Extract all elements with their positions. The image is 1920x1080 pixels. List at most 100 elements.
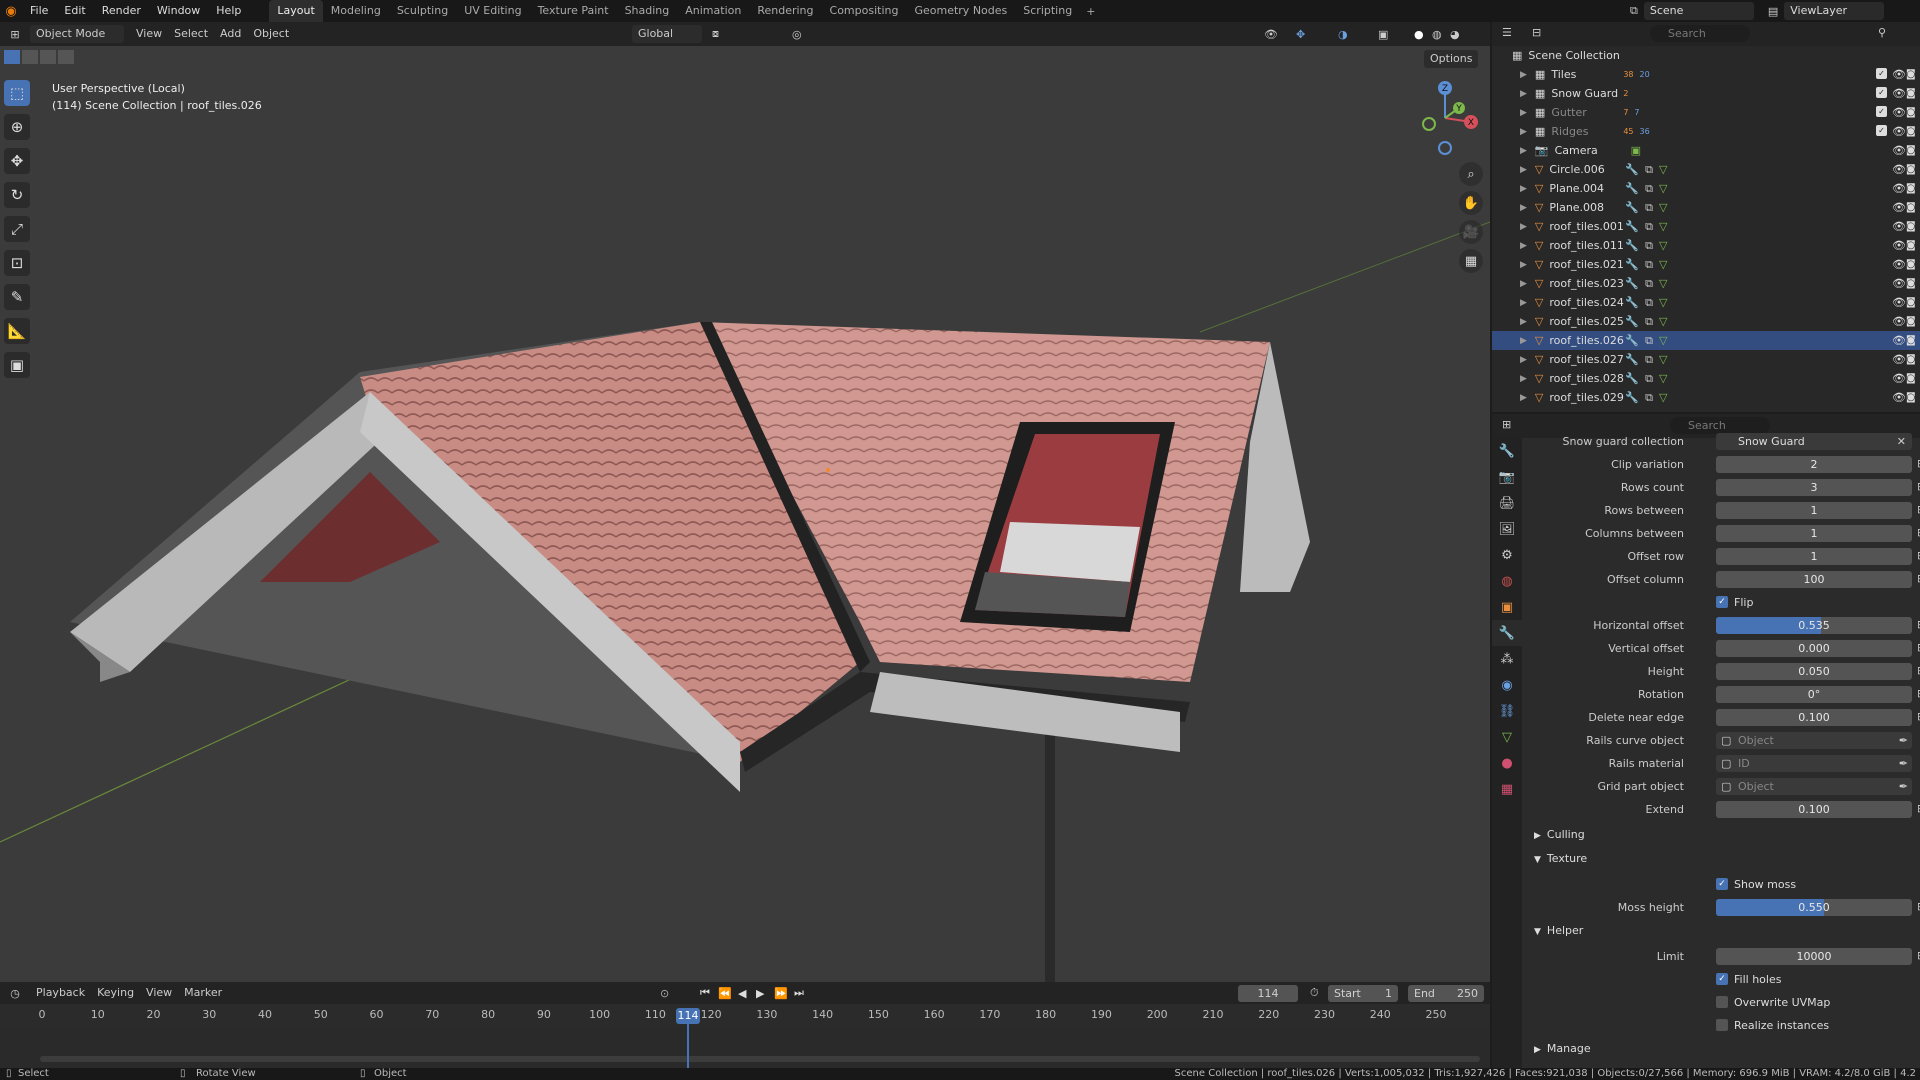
prop-clip-variation-field[interactable]: 2: [1716, 456, 1912, 473]
prev-keyframe-icon[interactable]: ⏪: [718, 987, 732, 1000]
shading-material-icon[interactable]: ◍: [1432, 28, 1442, 41]
exclude-checkbox[interactable]: ✓: [1876, 125, 1887, 136]
expand-arrow-icon[interactable]: ▶: [1520, 165, 1527, 175]
play-reverse-icon[interactable]: ◀: [738, 987, 746, 1000]
expand-arrow-icon[interactable]: ▶: [1520, 336, 1527, 346]
clear-x-icon[interactable]: ✕: [1897, 433, 1906, 450]
tab-sculpting[interactable]: Sculpting: [389, 0, 456, 22]
prop-moss-height-field[interactable]: 0.550: [1716, 899, 1912, 916]
visibility-eye-icon[interactable]: 👁: [1892, 372, 1906, 385]
menu-render[interactable]: Render: [94, 0, 149, 22]
eyedropper-icon[interactable]: ✒: [1899, 778, 1908, 795]
outliner-row[interactable]: ▶ ▽ roof_tiles.024 🔧 ⧉ ▽ 👁 ◙: [1492, 293, 1920, 312]
jump-end-icon[interactable]: ⏭: [794, 986, 804, 1000]
prop-rows-between-field[interactable]: 1: [1716, 502, 1912, 519]
tab-modeling[interactable]: Modeling: [323, 0, 389, 22]
outliner-row[interactable]: ▶ 📷 Camera ▣ 👁 ◙: [1492, 141, 1920, 160]
select-subtract-icon[interactable]: [40, 50, 56, 64]
render-camera-icon[interactable]: ◙: [1906, 316, 1916, 327]
visibility-eye-icon[interactable]: 👁: [1892, 353, 1906, 366]
visibility-eye-icon[interactable]: 👁: [1892, 125, 1906, 138]
gizmo-toggle-icon[interactable]: ✥: [1296, 28, 1305, 41]
menu-window[interactable]: Window: [149, 0, 208, 22]
tab-shading[interactable]: Shading: [617, 0, 678, 22]
timeline-track[interactable]: [0, 1026, 1490, 1068]
add-workspace-button[interactable]: +: [1080, 5, 1101, 18]
tab-rendering[interactable]: Rendering: [749, 0, 821, 22]
show-moss[interactable]: ✓ Show moss: [1524, 875, 1920, 894]
tab-scripting[interactable]: Scripting: [1015, 0, 1080, 22]
playhead[interactable]: 114: [676, 1008, 700, 1024]
visibility-eye-icon[interactable]: 👁: [1892, 182, 1906, 195]
render-camera-icon[interactable]: ◙: [1906, 145, 1916, 156]
prop-extend-field[interactable]: 0.100: [1716, 801, 1912, 818]
visibility-eye-icon[interactable]: 👁: [1892, 106, 1906, 119]
timeline-menu-marker[interactable]: Marker: [178, 984, 228, 1002]
scene-selector[interactable]: Scene: [1643, 2, 1754, 20]
visibility-eye-icon[interactable]: 👁: [1892, 391, 1906, 404]
options-button[interactable]: Options: [1424, 50, 1479, 68]
tab-layout[interactable]: Layout: [269, 0, 323, 22]
prop-rotation-field[interactable]: 0°: [1716, 686, 1912, 703]
menu-edit[interactable]: Edit: [56, 0, 93, 22]
fill-holes-checkbox[interactable]: ✓: [1716, 973, 1728, 985]
view-layer-icon[interactable]: ▤: [1768, 5, 1778, 18]
visibility-eye-icon[interactable]: 👁: [1892, 334, 1906, 347]
outliner-row[interactable]: ▶ ▽ roof_tiles.027 🔧 ⧉ ▽ 👁 ◙: [1492, 350, 1920, 369]
expand-arrow-icon[interactable]: ▶: [1520, 89, 1527, 99]
expand-arrow-icon[interactable]: ▶: [1520, 298, 1527, 308]
viewport-menu-view[interactable]: View: [130, 25, 168, 43]
manage-panel[interactable]: ▶ Manage: [1534, 1039, 1591, 1059]
blender-logo-icon[interactable]: ◉: [0, 4, 22, 19]
start-frame-field[interactable]: Start 1: [1328, 984, 1398, 1002]
expand-arrow-icon[interactable]: ▶: [1520, 241, 1527, 251]
render-camera-icon[interactable]: ◙: [1906, 164, 1916, 175]
expand-arrow-icon[interactable]: ▶: [1520, 279, 1527, 289]
eyedropper-icon[interactable]: ✒: [1899, 732, 1908, 749]
rails-material-field[interactable]: ▢ ID ✒: [1716, 755, 1912, 772]
outliner-editor-icon[interactable]: ☰: [1502, 26, 1512, 39]
outliner-row[interactable]: ▶ ▦ Snow Guard 2 ✓ 👁 ◙: [1492, 84, 1920, 103]
render-camera-icon[interactable]: ◙: [1906, 259, 1916, 270]
render-camera-icon[interactable]: ◙: [1906, 88, 1916, 99]
render-camera-icon[interactable]: ◙: [1906, 183, 1916, 194]
outliner-row[interactable]: ▶ ▽ roof_tiles.029 🔧 ⧉ ▽ 👁 ◙: [1492, 388, 1920, 407]
filter-icon[interactable]: ⚲: [1878, 26, 1886, 39]
viewport-menu-select[interactable]: Select: [168, 25, 214, 43]
scene-collection-row[interactable]: ▦ Scene Collection: [1492, 46, 1920, 65]
outliner-row[interactable]: ▶ ▦ Gutter 7 7 ✓ 👁 ◙: [1492, 103, 1920, 122]
visibility-eye-icon[interactable]: 👁: [1892, 87, 1906, 100]
visibility-eye-icon[interactable]: 👁: [1892, 68, 1906, 81]
timeline-scrollbar[interactable]: [40, 1056, 1480, 1062]
cursor-tool-icon[interactable]: ⊕: [4, 114, 30, 140]
stopwatch-icon[interactable]: ⏱: [1310, 986, 1319, 1000]
outliner-row[interactable]: ▶ ▽ roof_tiles.028 🔧 ⧉ ▽ 👁 ◙: [1492, 369, 1920, 388]
move-tool-icon[interactable]: ✥: [4, 148, 30, 174]
visibility-eye-icon[interactable]: 👁: [1892, 163, 1906, 176]
render-camera-icon[interactable]: ◙: [1906, 126, 1916, 137]
tab-animation[interactable]: Animation: [677, 0, 749, 22]
expand-arrow-icon[interactable]: ▶: [1520, 146, 1527, 156]
render-camera-icon[interactable]: ◙: [1906, 202, 1916, 213]
expand-arrow-icon[interactable]: ▶: [1520, 374, 1527, 384]
expand-arrow-icon[interactable]: ▶: [1520, 108, 1527, 118]
menu-help[interactable]: Help: [208, 0, 249, 22]
timeline-ruler[interactable]: 0 10 20 30 40 50 60 70 80 90 100 110 120 130 140 150 160…: [0, 1004, 1490, 1026]
viewport-menu-add[interactable]: Add: [214, 25, 247, 43]
grid-part-object-field[interactable]: ▢ Object ✒: [1716, 778, 1912, 795]
autokey-icon[interactable]: ⊙: [660, 987, 669, 1000]
texture-panel[interactable]: ▼ Texture: [1534, 849, 1587, 869]
annotate-tool-icon[interactable]: ✎: [4, 284, 30, 310]
shading-rendered-icon[interactable]: ◕: [1450, 28, 1460, 41]
rotate-tool-icon[interactable]: ↻: [4, 182, 30, 208]
prop-vertical-offset-field[interactable]: 0.000: [1716, 640, 1912, 657]
prop-offset-column-field[interactable]: 100: [1716, 571, 1912, 588]
expand-arrow-icon[interactable]: ▶: [1520, 127, 1527, 137]
scale-tool-icon[interactable]: ⤢: [4, 216, 30, 242]
prop-columns-between-field[interactable]: 1: [1716, 525, 1912, 542]
visibility-eye-icon[interactable]: 👁: [1892, 220, 1906, 233]
snow-guard-field[interactable]: Snow Guard ✕: [1716, 433, 1912, 450]
rails-curve-object-field[interactable]: ▢ Object ✒: [1716, 732, 1912, 749]
expand-arrow-icon[interactable]: ▶: [1520, 70, 1527, 80]
timeline-menu-view[interactable]: View: [140, 984, 178, 1002]
